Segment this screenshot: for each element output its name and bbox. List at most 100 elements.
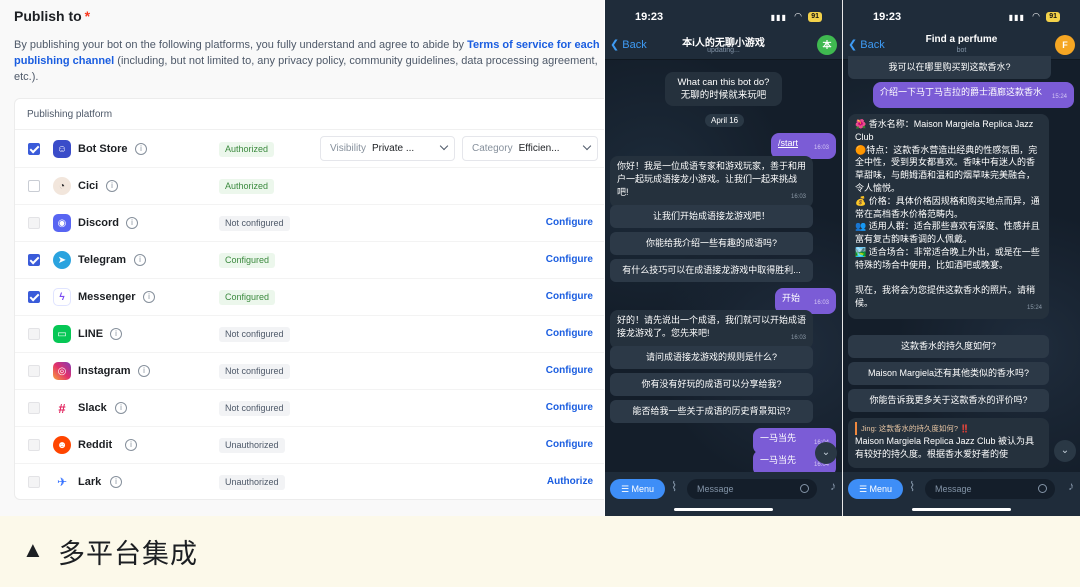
clock: 19:23	[873, 11, 902, 23]
configure-link[interactable]: Configure	[546, 328, 593, 339]
chat-subtitle: bot	[956, 47, 967, 54]
mic-icon[interactable]: ♪	[1068, 479, 1074, 493]
suggestion-button[interactable]: 我可以在哪里购买到这款香水?	[848, 56, 1051, 79]
home-indicator	[674, 508, 773, 511]
date-separator: April 16	[705, 114, 745, 127]
configure-link[interactable]: Configure	[546, 439, 593, 450]
menu-icon: ☰	[858, 484, 870, 494]
message-input[interactable]: Message	[687, 479, 817, 499]
platform-name: Slack	[78, 402, 107, 414]
line-icon: ▭	[53, 325, 71, 343]
suggestion-button[interactable]: 请问成语接龙游戏的规则是什么?	[610, 346, 813, 369]
info-icon[interactable]: i	[134, 254, 146, 266]
suggestion-button[interactable]: Maison Margiela还有其他类似的香水吗?	[848, 362, 1049, 385]
checkbox-discord[interactable]	[28, 217, 40, 229]
platform-row-messenger: ϟ Messenger i Configured Configure	[15, 279, 604, 316]
avatar[interactable]: F	[1055, 35, 1075, 55]
scroll-down-button[interactable]: ⌄	[815, 442, 837, 464]
chat-subtitle: updating...	[707, 47, 740, 54]
category-select[interactable]: Category Efficien...	[462, 136, 598, 161]
info-icon[interactable]: i	[135, 143, 147, 155]
incoming-message: 你好！我是一位成语专家和游戏玩家，善于和用户一起玩成语接龙小游戏。让我们一起来挑…	[610, 156, 813, 208]
suggestion-button[interactable]: 有什么技巧可以在成语接龙游戏中取得胜利...	[610, 259, 813, 282]
checkbox-cici[interactable]	[28, 180, 40, 192]
suggestion-button[interactable]: 让我们开始成语接龙游戏吧！	[610, 205, 813, 228]
platform-name: Cici	[78, 180, 99, 192]
status-bar: 19:23 ▮▮▮ ◠ 91	[843, 0, 1080, 30]
incoming-message: 好的！请先说出一个成语，我们就可以开始成语接龙游戏了。您先来吧! 16:03	[610, 310, 813, 349]
menu-button[interactable]: ☰ Menu	[610, 479, 665, 499]
sticker-icon[interactable]	[800, 484, 809, 493]
checkbox-messenger[interactable]	[28, 291, 40, 303]
checkbox-line[interactable]	[28, 328, 40, 340]
info-icon[interactable]: i	[110, 328, 122, 340]
platform-row-reddit: ☻ Reddit i Unauthorized Configure	[15, 427, 604, 464]
info-icon[interactable]: i	[110, 476, 122, 488]
caption-bar: ▲ 多平台集成	[0, 516, 1080, 587]
platform-name: Telegram	[78, 254, 127, 266]
info-icon[interactable]: i	[115, 402, 127, 414]
reddit-icon: ☻	[53, 436, 71, 454]
authorize-link[interactable]: Authorize	[547, 476, 593, 487]
publish-title: Publish to *	[14, 8, 91, 24]
mic-icon[interactable]: ♪	[830, 479, 836, 493]
chevron-down-icon: ⌄	[821, 447, 831, 458]
status-badge: Not configured	[219, 364, 290, 379]
checkbox-reddit[interactable]	[28, 439, 40, 451]
checkbox-slack[interactable]	[28, 402, 40, 414]
menu-button[interactable]: ☰ Menu	[848, 479, 903, 499]
checkbox-bot-store[interactable]	[28, 143, 40, 155]
bot-store-icon: ☺	[53, 140, 71, 158]
publish-description: By publishing your bot on the following …	[14, 39, 600, 83]
attach-icon[interactable]: ⌇	[909, 479, 915, 495]
info-icon[interactable]: i	[106, 180, 118, 192]
configure-link[interactable]: Configure	[546, 365, 593, 376]
sticker-icon[interactable]	[1038, 484, 1047, 493]
discord-icon: ◉	[53, 214, 71, 232]
configure-link[interactable]: Configure	[546, 402, 593, 413]
platform-name: Instagram	[78, 365, 131, 377]
configure-link[interactable]: Configure	[546, 217, 593, 228]
scroll-down-button[interactable]: ⌄	[1054, 440, 1076, 462]
suggestion-button[interactable]: 这款香水的持久度如何?	[848, 335, 1049, 358]
checkbox-telegram[interactable]	[28, 254, 40, 266]
configure-link[interactable]: Configure	[546, 254, 593, 265]
menu-icon: ☰	[620, 484, 632, 494]
telegram-icon: ➤	[53, 251, 71, 269]
info-icon[interactable]: i	[125, 439, 137, 451]
clock: 19:23	[635, 11, 664, 23]
platform-name: Messenger	[78, 291, 136, 303]
avatar[interactable]: 本	[817, 35, 837, 55]
status-badge: Unauthorized	[219, 438, 285, 453]
suggestion-button[interactable]: 你能告诉我更多关于这款香水的评价吗?	[848, 389, 1049, 412]
visibility-select[interactable]: Visibility Private ...	[320, 136, 455, 161]
battery-icon: 91	[808, 12, 822, 22]
platform-row-instagram: ◎ Instagram i Not configured Configure	[15, 353, 604, 390]
platform-row-slack: # Slack i Not configured Configure	[15, 390, 604, 427]
suggestion-button[interactable]: 你有没有好玩的成语可以分享给我?	[610, 373, 813, 396]
info-icon[interactable]: i	[143, 291, 155, 303]
status-badge: Authorized	[219, 142, 275, 157]
lark-icon: ✈	[53, 473, 71, 491]
message-composer: ☰ Menu ⌇ Message ♪	[843, 472, 1080, 516]
messenger-icon: ϟ	[53, 288, 71, 306]
status-badge: Configured	[219, 290, 276, 305]
checkbox-instagram[interactable]	[28, 365, 40, 377]
instagram-icon: ◎	[53, 362, 71, 380]
platform-row-bot-store: ☺ Bot Store i Authorized Visibility Priva…	[15, 131, 604, 168]
platform-row-cici: ◔ Cici i Authorized	[15, 168, 604, 205]
suggestion-button[interactable]: 你能给我介绍一些有趣的成语吗?	[610, 232, 813, 255]
info-icon[interactable]: i	[138, 365, 150, 377]
chevron-down-icon	[439, 141, 449, 151]
table-header: Publishing platform	[15, 99, 604, 130]
info-icon[interactable]: i	[126, 217, 138, 229]
attach-icon[interactable]: ⌇	[671, 479, 677, 495]
status-badge: Not configured	[219, 401, 290, 416]
platform-name: Discord	[78, 217, 119, 229]
status-badge: Unauthorized	[219, 475, 285, 490]
telegram-phone-idiom-game: 19:23 ▮▮▮ ◠ 91 ❮ Back 本i人的无聊小游戏 updating…	[605, 0, 842, 516]
configure-link[interactable]: Configure	[546, 291, 593, 302]
message-input[interactable]: Message	[925, 479, 1055, 499]
suggestion-button[interactable]: 能否给我一些关于成语的历史背景知识?	[610, 400, 813, 423]
checkbox-lark[interactable]	[28, 476, 40, 488]
